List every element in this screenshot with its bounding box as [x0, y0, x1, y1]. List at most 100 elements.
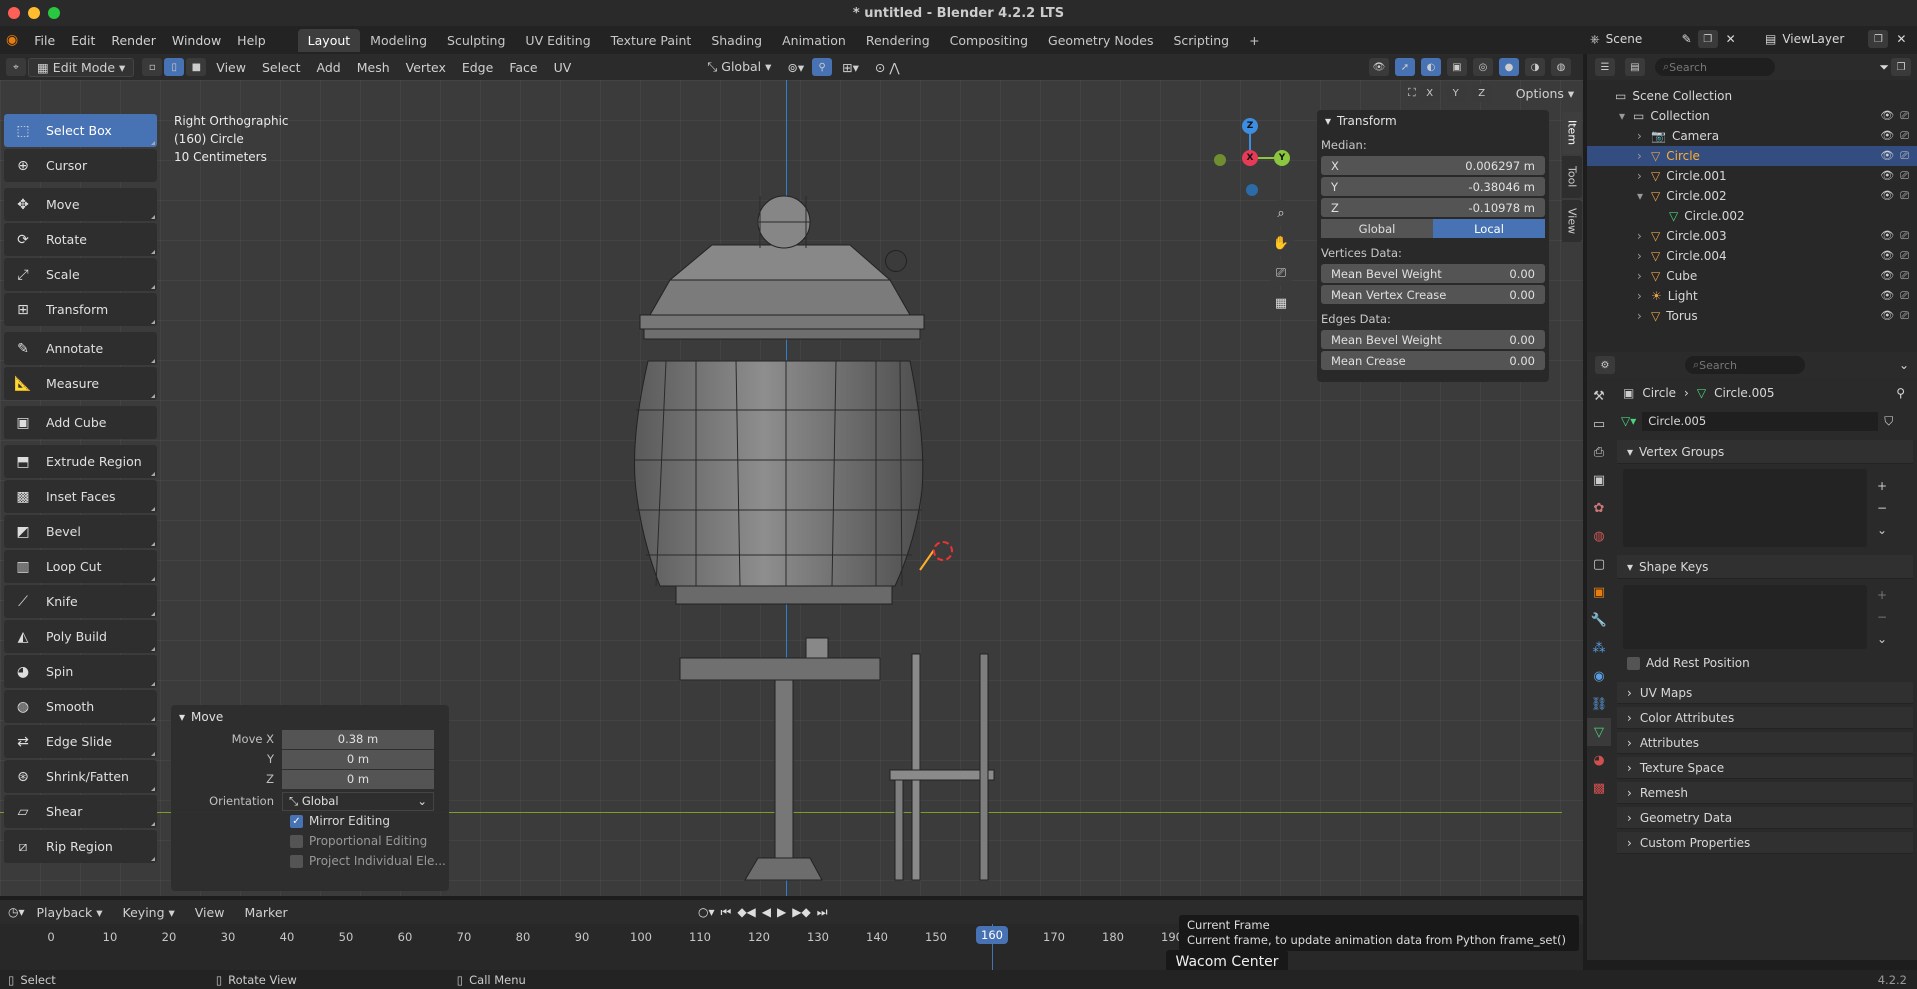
view-layer-name[interactable]: ViewLayer — [1782, 32, 1862, 46]
viewport-menu-view[interactable]: View — [208, 60, 254, 75]
pin-icon[interactable]: ✎ — [1682, 32, 1692, 46]
scene-mesh-drawing[interactable] — [600, 160, 1020, 900]
transform-orientation-selector[interactable]: ⤡ Global ▾ — [699, 59, 779, 75]
tool-transform[interactable]: ⊞ Transform — [4, 293, 157, 326]
workspace-tab-compositing[interactable]: Compositing — [940, 29, 1038, 52]
eye-icon[interactable]: 👁 — [1880, 309, 1894, 323]
viewport-menu-vertex[interactable]: Vertex — [398, 60, 454, 75]
tool-select-box[interactable]: ⬚ Select Box — [4, 114, 157, 147]
modifier-tab-icon[interactable]: 🔧 — [1587, 606, 1611, 634]
vertex-groups-list[interactable] — [1623, 469, 1867, 547]
fake-user-icon[interactable]: ⛉ — [1884, 414, 1893, 429]
chevron-down-icon[interactable]: ⌄ — [1877, 632, 1887, 646]
sidebar-tab-tool[interactable]: Tool — [1562, 156, 1582, 198]
gizmo-neg-z-axis[interactable] — [1246, 184, 1258, 196]
shape-keys-list[interactable] — [1623, 585, 1867, 649]
collection-tab-icon[interactable]: ▢ — [1587, 550, 1611, 578]
last-operator-header[interactable]: ▾ Move — [171, 705, 449, 729]
table-mesh[interactable] — [679, 637, 881, 881]
eye-icon[interactable]: 👁 — [1880, 149, 1894, 163]
mean-crease-field[interactable]: Mean Crease 0.00 — [1321, 351, 1545, 370]
add-workspace-button[interactable]: + — [1239, 29, 1269, 52]
pin-icon[interactable]: ⚲ — [1896, 386, 1905, 400]
material-tab-icon[interactable]: ◕ — [1587, 746, 1611, 774]
eye-icon[interactable]: 👁 — [1880, 189, 1894, 203]
mirror-z-toggle[interactable]: Z — [1471, 84, 1492, 102]
remove-view-layer-icon[interactable]: ✕ — [1896, 32, 1906, 46]
section-geometry-data[interactable]: › Geometry Data — [1617, 807, 1913, 829]
filter-icon[interactable]: ⏷ — [1879, 60, 1889, 75]
wireframe-shading-icon[interactable]: ◎ — [1473, 58, 1493, 76]
outliner-item-circle-003[interactable]: › ▽ Circle.003 👁 ⎚ — [1587, 226, 1917, 246]
add-rest-position-row[interactable]: Add Rest Position — [1617, 652, 1913, 674]
sidebar-tab-view[interactable]: View — [1562, 200, 1582, 242]
chevron-down-icon[interactable]: ⌄ — [1877, 523, 1887, 537]
mirror-editing-row[interactable]: ✓ Mirror Editing — [171, 811, 449, 831]
workspace-tab-animation[interactable]: Animation — [772, 29, 856, 52]
outliner-item-scene-collection[interactable]: ▭ Scene Collection — [1587, 86, 1917, 106]
tool-shear[interactable]: ▱ Shear — [4, 795, 157, 828]
tool-add-cube[interactable]: ▣ Add Cube — [4, 406, 157, 439]
expand-arrow-icon[interactable]: › — [1637, 229, 1651, 243]
move-z-field[interactable]: 0 m — [282, 769, 434, 789]
viewport-menu-edge[interactable]: Edge — [454, 60, 501, 75]
snap-icon[interactable]: ⚲ — [812, 58, 833, 76]
mean-bevel-weight-field[interactable]: Mean Bevel Weight 0.00 — [1321, 264, 1545, 283]
snap-target-icon[interactable]: ⊞▾ — [834, 60, 867, 75]
project-individual-checkbox[interactable] — [290, 854, 303, 868]
material-shading-icon[interactable]: ◑ — [1525, 58, 1545, 76]
view-layer-tab-icon[interactable]: ▣ — [1587, 466, 1611, 494]
shape-keys-header[interactable]: ▾ Shape Keys — [1617, 555, 1913, 579]
chevron-down-icon[interactable]: ⌄ — [1899, 358, 1909, 372]
output-tab-icon[interactable]: ⎙ — [1587, 438, 1611, 466]
render-camera-icon[interactable]: ⎚ — [1900, 189, 1909, 203]
remove-icon[interactable]: − — [1877, 610, 1887, 624]
mesh-name-field[interactable]: Circle.005 — [1642, 411, 1879, 431]
new-scene-icon[interactable]: ❐ — [1697, 30, 1718, 48]
eye-icon[interactable]: 👁 — [1880, 169, 1894, 183]
expand-arrow-icon[interactable]: › — [1637, 309, 1651, 323]
gizmo-y-axis[interactable]: Y — [1274, 150, 1290, 166]
render-camera-icon[interactable]: ⎚ — [1900, 149, 1909, 163]
maximize-window-button[interactable] — [48, 7, 60, 19]
scene-tab-icon[interactable]: ✿ — [1587, 494, 1611, 522]
section-color-attributes[interactable]: › Color Attributes — [1617, 707, 1913, 729]
local-toggle[interactable]: Local — [1433, 219, 1545, 238]
viewport-menu-uv[interactable]: UV — [546, 60, 580, 75]
mirror-x-toggle[interactable]: X — [1419, 84, 1440, 102]
scene-selector[interactable]: ⎈ Scene ✎ ❐ ✕ — [1590, 30, 1736, 48]
physics-tab-icon[interactable]: ◉ — [1587, 662, 1611, 690]
median-y-field[interactable]: Y -0.38046 m — [1321, 177, 1545, 196]
proportional-edit-icon[interactable]: ⊙ ⋀ — [867, 60, 908, 75]
current-frame-indicator[interactable]: 160 — [976, 926, 1008, 944]
mirror-editing-checkbox[interactable]: ✓ — [290, 814, 303, 828]
edge-bevel-weight-field[interactable]: Mean Bevel Weight 0.00 — [1321, 330, 1545, 349]
outliner-item-torus[interactable]: › ▽ Torus 👁 ⎚ — [1587, 306, 1917, 326]
tool-smooth[interactable]: ◍ Smooth — [4, 690, 157, 723]
workspace-tab-uv-editing[interactable]: UV Editing — [515, 29, 600, 52]
outliner-search-input[interactable]: ⌕ Search — [1655, 58, 1775, 76]
object-tab-icon[interactable]: ▣ — [1587, 578, 1611, 606]
menu-window[interactable]: Window — [164, 33, 229, 48]
transform-panel-header[interactable]: ▾ Transform — [1317, 110, 1549, 132]
eye-icon[interactable]: 👁 — [1880, 249, 1894, 263]
expand-arrow-icon[interactable]: ▾ — [1619, 109, 1633, 123]
render-camera-icon[interactable]: ⎚ — [1900, 229, 1909, 243]
viewport-menu-mesh[interactable]: Mesh — [349, 60, 398, 75]
sidebar-tab-item[interactable]: Item — [1562, 112, 1582, 154]
orientation-dropdown[interactable]: ⤡ Global ⌄ — [282, 791, 434, 811]
render-camera-icon[interactable]: ⎚ — [1900, 269, 1909, 283]
tool-knife[interactable]: ⟋ Knife — [4, 585, 157, 618]
tool-measure[interactable]: 📐 Measure — [4, 367, 157, 400]
tool-cursor[interactable]: ⊕ Cursor — [4, 149, 157, 182]
vertex-groups-header[interactable]: ▾ Vertex Groups — [1617, 440, 1913, 464]
eye-icon[interactable]: 👁 — [1880, 229, 1894, 243]
mode-selector[interactable]: ▦ Edit Mode ▾ — [28, 57, 135, 77]
solid-shading-icon[interactable]: ● — [1499, 58, 1519, 76]
viewport-menu-select[interactable]: Select — [254, 60, 309, 75]
world-tab-icon[interactable]: ◍ — [1587, 522, 1611, 550]
viewport-menu-face[interactable]: Face — [501, 60, 545, 75]
workspace-tab-modeling[interactable]: Modeling — [360, 29, 437, 52]
outliner-item-light[interactable]: › ☀ Light 👁 ⎚ — [1587, 286, 1917, 306]
render-camera-icon[interactable]: ⎚ — [1900, 169, 1909, 183]
